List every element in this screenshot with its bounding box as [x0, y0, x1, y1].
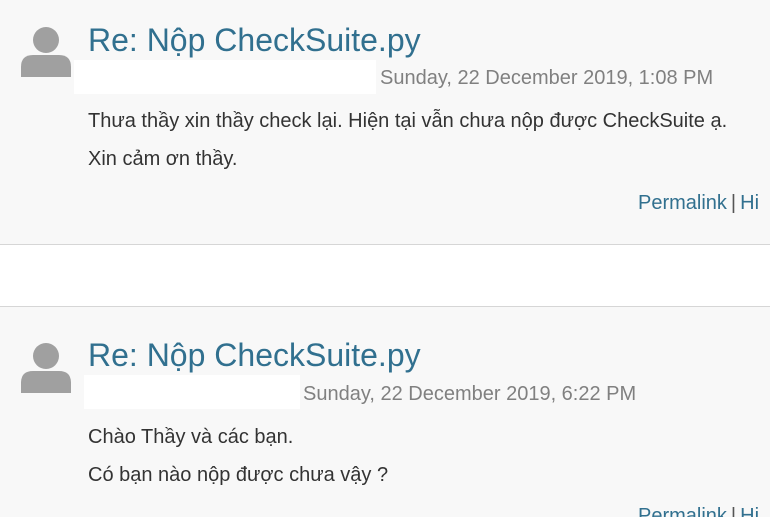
user-avatar-icon[interactable] [19, 23, 73, 77]
post-commands: Permalink | Hi [638, 193, 759, 213]
message-line: Thưa thầy xin thầy check lại. Hiện tại v… [88, 110, 728, 132]
author-name[interactable] [84, 375, 300, 409]
post-date: Sunday, 22 December 2019, 6:22 PM [303, 383, 637, 405]
message-line: Có bạn nào nộp được chưa vậy ? [88, 464, 389, 486]
forum-post: Re: Nộp CheckSuite.py Sunday, 22 Decembe… [0, 0, 770, 245]
message-line: Chào Thầy và các bạn. [88, 426, 294, 448]
message-line: Xin cảm ơn thầy. [88, 148, 238, 170]
hide-link[interactable]: Hi [740, 505, 759, 517]
permalink-link[interactable]: Permalink [638, 192, 727, 214]
author-name[interactable] [74, 60, 376, 94]
post-commands: Permalink | Hi [638, 506, 759, 517]
post-subject-link[interactable]: Re: Nộp CheckSuite.py [88, 339, 421, 371]
post-message: Chào Thầy và các bạn. Có bạn nào nộp đượ… [88, 418, 388, 494]
forum-discussion: Re: Nộp CheckSuite.py Sunday, 22 Decembe… [0, 0, 770, 517]
hide-link[interactable]: Hi [740, 192, 759, 214]
post-subject-link[interactable]: Re: Nộp CheckSuite.py [88, 24, 421, 56]
post-date: Sunday, 22 December 2019, 1:08 PM [380, 67, 714, 89]
user-avatar-icon[interactable] [19, 339, 73, 393]
forum-post: Re: Nộp CheckSuite.py Sunday, 22 Decembe… [0, 306, 770, 517]
permalink-link[interactable]: Permalink [638, 505, 727, 517]
command-separator: | [730, 505, 737, 517]
command-separator: | [730, 192, 737, 214]
post-message: Thưa thầy xin thầy check lại. Hiện tại v… [88, 102, 727, 178]
